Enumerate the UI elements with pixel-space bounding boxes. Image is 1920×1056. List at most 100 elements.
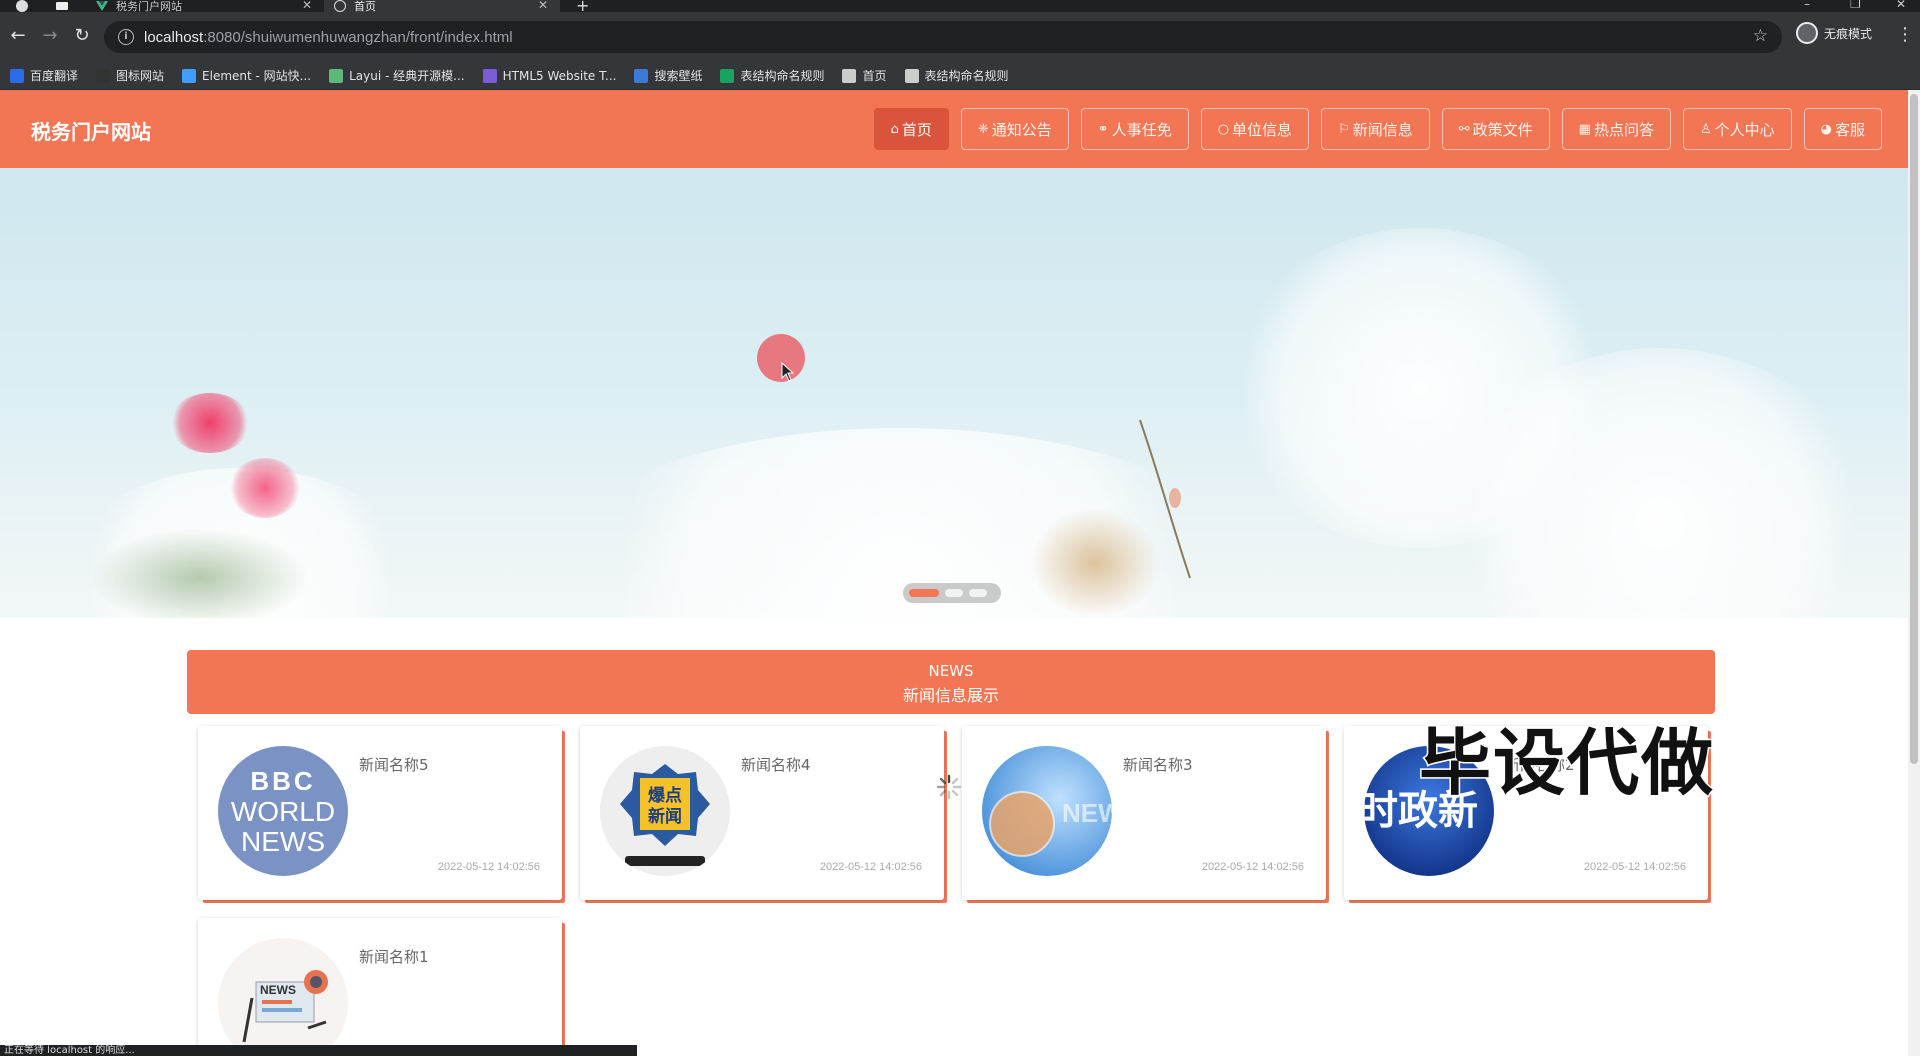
- news-time: 2022-05-12 14:02:56: [1201, 861, 1304, 873]
- news-thumbnail[interactable]: BBC WORLD NEWS: [218, 746, 348, 876]
- link-icon: ⚯: [1458, 121, 1470, 137]
- bookmark-label: 表结构命名规则: [924, 69, 1009, 83]
- close-icon[interactable]: ✕: [538, 0, 548, 12]
- forward-icon[interactable]: →: [38, 24, 62, 48]
- home-icon: ⌂: [890, 121, 899, 137]
- news-card[interactable]: NEWS 新闻名称1: [198, 918, 562, 1056]
- banner-stem: [1139, 419, 1191, 579]
- globe-icon: [334, 0, 346, 12]
- circle-icon: ○: [1217, 121, 1230, 137]
- bookmark-item[interactable]: Layui - 经典开源模...: [329, 67, 465, 84]
- nav-item-1[interactable]: ⌂ 首页: [873, 108, 949, 150]
- page-scrollbar[interactable]: [1908, 90, 1920, 1056]
- bookmark-item[interactable]: 表结构命名规则: [904, 67, 1009, 84]
- bookmark-item[interactable]: 百度翻译: [10, 67, 78, 84]
- site-header: 税务门户网站 ⌂ 首页 ❈ 通知公告 ⚭ 人事任免 ○ 单位信息 ⚐ 新闻信息 ⚯ 政策文件 ▦ 热点问答…: [0, 90, 1908, 168]
- bookmark-star-icon[interactable]: ☆: [1753, 26, 1768, 46]
- restore-icon[interactable]: ❐: [1850, 0, 1861, 11]
- nav-item-label: 个人中心: [1714, 120, 1775, 139]
- news-heading-cn: 新闻信息展示: [902, 686, 999, 705]
- bookmark-item[interactable]: 搜索壁纸: [634, 67, 702, 84]
- svg-text:爆点: 爆点: [648, 785, 682, 806]
- nav-item-2[interactable]: ❈ 通知公告: [960, 108, 1069, 150]
- bookmark-item[interactable]: 图标网站: [96, 67, 164, 84]
- site-title: 税务门户网站: [31, 120, 151, 144]
- bookmark-item[interactable]: 表结构命名规则: [720, 67, 824, 84]
- carousel-indicators: [903, 583, 1001, 603]
- mouse-cursor-icon: [781, 362, 795, 382]
- bookmark-label: HTML5 Website T...: [502, 68, 617, 83]
- carousel-dot[interactable]: [969, 589, 987, 597]
- bookmark-icon: [482, 68, 497, 83]
- reload-icon[interactable]: ↻: [70, 24, 94, 48]
- bookmark-icon: [10, 68, 24, 83]
- nav-item-8[interactable]: ♙ 个人中心: [1682, 108, 1792, 150]
- service-icon: ◕: [1820, 121, 1832, 137]
- close-icon[interactable]: ✕: [302, 0, 312, 12]
- tab-tax-portal[interactable]: 税务门户网站 ✕: [84, 0, 324, 13]
- carousel-dot[interactable]: [909, 589, 939, 597]
- gear-icon: ❈: [977, 121, 989, 137]
- nav-item-label: 人事任免: [1111, 120, 1172, 139]
- bookmark-item[interactable]: Element - 网站快...: [182, 67, 311, 84]
- bookmark-label: 首页: [862, 69, 887, 83]
- bookmark-label: 图标网站: [116, 69, 165, 83]
- back-icon[interactable]: ←: [6, 24, 30, 48]
- bookmark-icon: [96, 68, 111, 83]
- nav-item-label: 首页: [901, 120, 932, 139]
- hero-carousel[interactable]: [0, 168, 1908, 618]
- svg-text:新闻: 新闻: [648, 806, 682, 827]
- nav-item-label: 政策文件: [1472, 120, 1533, 139]
- news-title[interactable]: 新闻名称4: [741, 754, 811, 775]
- browser-tab-strip: 税务门户网站 ✕ 首页 ✕ + – ❐ ✕: [0, 0, 1920, 15]
- bookmark-icon: [720, 68, 735, 83]
- minimize-icon[interactable]: –: [1804, 0, 1810, 11]
- nav-item-label: 新闻信息: [1352, 120, 1413, 139]
- nav-item-label: 热点问答: [1593, 120, 1654, 139]
- bookmark-label: 搜索壁纸: [654, 69, 703, 83]
- news-card[interactable]: 爆点 新闻 新闻名称4 2022-05-12 14:02:56: [580, 726, 944, 900]
- user-icon: ♙: [1699, 121, 1712, 137]
- news-card[interactable]: BBC WORLD NEWS 新闻名称5 2022-05-12 14:02:56: [198, 726, 562, 900]
- carousel-dot[interactable]: [945, 589, 963, 597]
- news-title[interactable]: 新闻名称1: [359, 946, 429, 967]
- svg-text:WORLD: WORLD: [231, 796, 335, 827]
- news-card[interactable]: NEWS 新闻名称3 2022-05-12 14:02:56: [962, 726, 1326, 900]
- url-path: :8080/shuiwumenhuwangzhan/front/index.ht…: [203, 28, 513, 46]
- browser-menu-icon[interactable]: ⋮: [1896, 24, 1914, 45]
- loading-spinner-icon: [936, 774, 962, 800]
- calendar-icon: ▦: [1578, 121, 1591, 137]
- bookmark-item[interactable]: HTML5 Website T...: [482, 68, 617, 83]
- nav-item-6[interactable]: ⚯ 政策文件: [1441, 108, 1550, 150]
- site-info-icon[interactable]: i: [118, 29, 134, 45]
- nav-item-4[interactable]: ○ 单位信息: [1200, 108, 1310, 150]
- bookmark-item[interactable]: 首页: [842, 67, 887, 84]
- nav-item-5[interactable]: ⚐ 新闻信息: [1321, 108, 1430, 150]
- news-title[interactable]: 新闻名称5: [359, 754, 429, 775]
- window-close-icon[interactable]: ✕: [1896, 0, 1906, 11]
- bookmark-label: 表结构命名规则: [740, 69, 825, 83]
- url-host: localhost: [144, 28, 204, 46]
- incognito-indicator[interactable]: 无痕模式: [1796, 22, 1872, 44]
- banner-leaves: [90, 528, 310, 618]
- news-time: 2022-05-12 14:02:56: [437, 861, 540, 873]
- browser-logo-icon: [16, 0, 28, 12]
- news-thumbnail[interactable]: NEWS: [982, 746, 1112, 876]
- news-time: 2022-05-12 14:02:56: [819, 861, 922, 873]
- bookmark-label: 百度翻译: [30, 69, 79, 83]
- nav-item-3[interactable]: ⚭ 人事任免: [1080, 108, 1189, 150]
- address-bar[interactable]: i localhost:8080/shuiwumenhuwangzhan/fro…: [104, 21, 1782, 53]
- news-title[interactable]: 新闻名称3: [1123, 754, 1193, 775]
- nav-item-7[interactable]: ▦ 热点问答: [1561, 108, 1671, 150]
- vue-icon: [96, 1, 108, 11]
- scrollbar-thumb[interactable]: [1910, 94, 1918, 764]
- tab-home[interactable]: 首页 ✕: [324, 0, 560, 13]
- nav-item-9[interactable]: ◕ 客服: [1803, 108, 1882, 150]
- news-thumbnail[interactable]: NEWS: [218, 938, 348, 1056]
- tab-search-icon[interactable]: [56, 2, 68, 10]
- browser-toolbar: ← → ↻ i localhost:8080/shuiwumenhuwangzh…: [0, 12, 1920, 62]
- watermark-overlay: 毕设代做: [1417, 720, 1716, 807]
- layers-icon: ⚭: [1097, 121, 1109, 137]
- news-thumbnail[interactable]: 爆点 新闻: [600, 746, 730, 876]
- bookmark-icon: [634, 68, 649, 83]
